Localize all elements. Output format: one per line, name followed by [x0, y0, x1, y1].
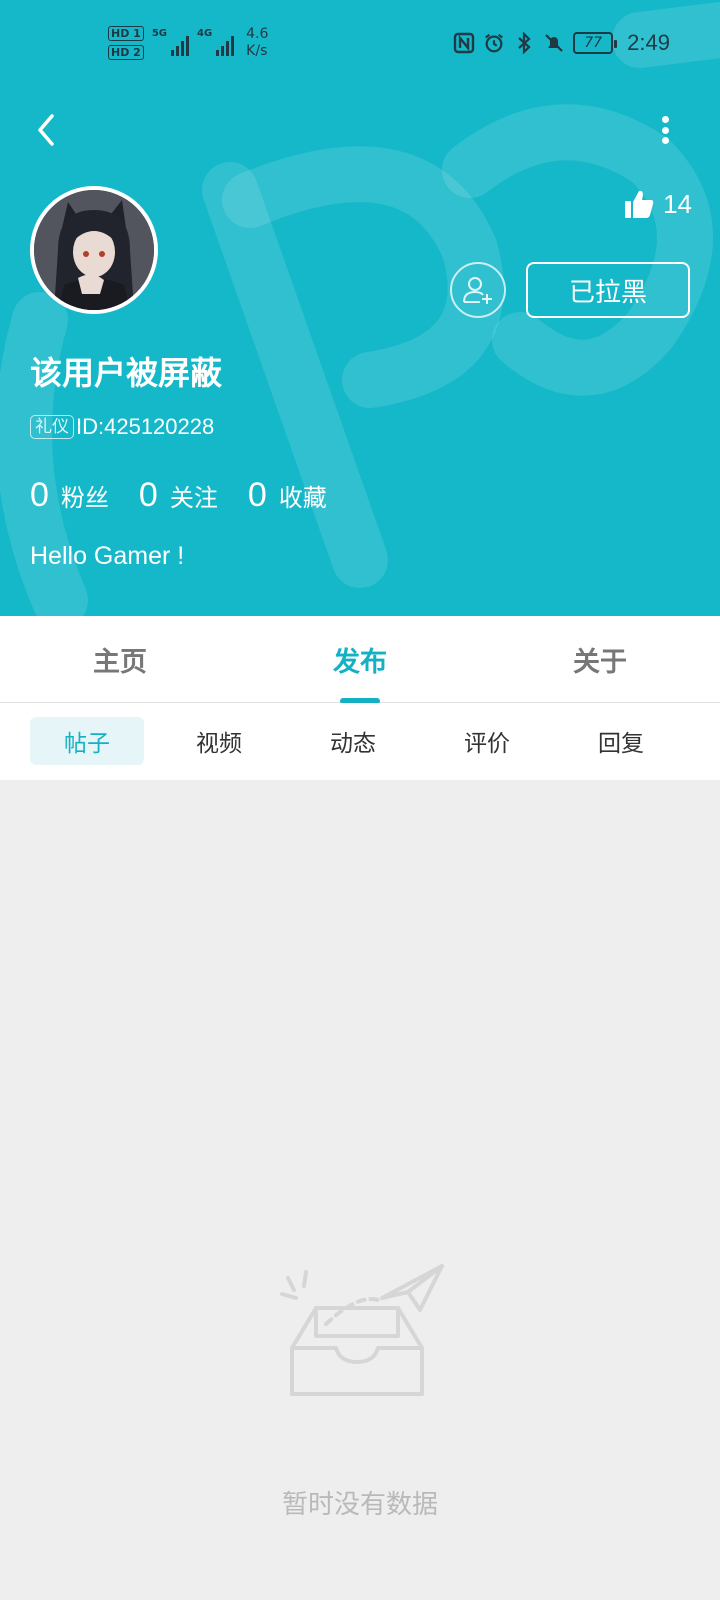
stats-row: 0 粉丝 0 关注 0 收藏 — [30, 476, 357, 515]
nfc-icon — [453, 32, 475, 54]
subtab-reviews[interactable]: 评价 — [430, 717, 544, 765]
avatar[interactable] — [30, 186, 158, 314]
tab-posts[interactable]: 发布 — [300, 640, 420, 679]
user-id: ID:425120228 — [76, 414, 215, 439]
sub-tab-bar: 帖子 视频 动态 评价 回复 — [0, 703, 720, 780]
status-bar: HD 1 HD 2 5G 4G 4.6 K/s 77 2:49 — [0, 0, 720, 92]
subtab-replies[interactable]: 回复 — [564, 717, 678, 765]
likes-counter[interactable]: 14 — [623, 188, 692, 220]
add-user-icon — [463, 277, 492, 304]
chevron-left-icon — [38, 114, 54, 146]
clock: 2:49 — [627, 30, 670, 55]
hd2-badge: HD 2 — [108, 45, 144, 60]
signal-4g-icon: 4G — [197, 28, 235, 56]
signal-5g-icon: 5G — [152, 28, 189, 56]
username: 该用户被屏蔽 — [30, 354, 223, 392]
likes-count: 14 — [663, 188, 692, 219]
etiquette-tag: 礼仪 — [30, 415, 74, 439]
bio: Hello Gamer ! — [30, 542, 185, 570]
battery-icon: 77 — [573, 32, 618, 54]
profile-header: HD 1 HD 2 5G 4G 4.6 K/s 77 2:49 14 已拉黑 该… — [0, 0, 720, 616]
stat-fans[interactable]: 0 粉丝 — [30, 476, 109, 515]
main-tab-bar: 主页 发布 关于 — [0, 616, 720, 704]
thumbs-up-icon — [625, 190, 654, 218]
stat-following[interactable]: 0 关注 — [139, 476, 218, 515]
empty-state: 暂时没有数据 — [0, 780, 720, 1600]
alarm-icon — [483, 32, 505, 54]
hd1-badge: HD 1 — [108, 26, 144, 41]
mute-bell-icon — [543, 32, 565, 54]
subtab-videos[interactable]: 视频 — [162, 717, 276, 765]
tab-about[interactable]: 关于 — [540, 640, 660, 679]
subtab-moments[interactable]: 动态 — [296, 717, 410, 765]
follow-button[interactable] — [450, 262, 506, 318]
bluetooth-icon — [513, 32, 535, 54]
more-options-button[interactable] — [650, 112, 680, 148]
user-id-row: 礼仪 ID:425120228 — [30, 414, 214, 440]
empty-message: 暂时没有数据 — [281, 1490, 438, 1520]
subtab-threads[interactable]: 帖子 — [30, 717, 144, 765]
network-speed: 4.6 K/s — [246, 26, 269, 59]
blocked-button[interactable]: 已拉黑 — [526, 262, 690, 318]
empty-inbox-icon — [280, 1264, 444, 1396]
tab-home[interactable]: 主页 — [60, 640, 180, 679]
stat-favorites[interactable]: 0 收藏 — [248, 476, 327, 515]
back-button[interactable] — [30, 110, 66, 150]
